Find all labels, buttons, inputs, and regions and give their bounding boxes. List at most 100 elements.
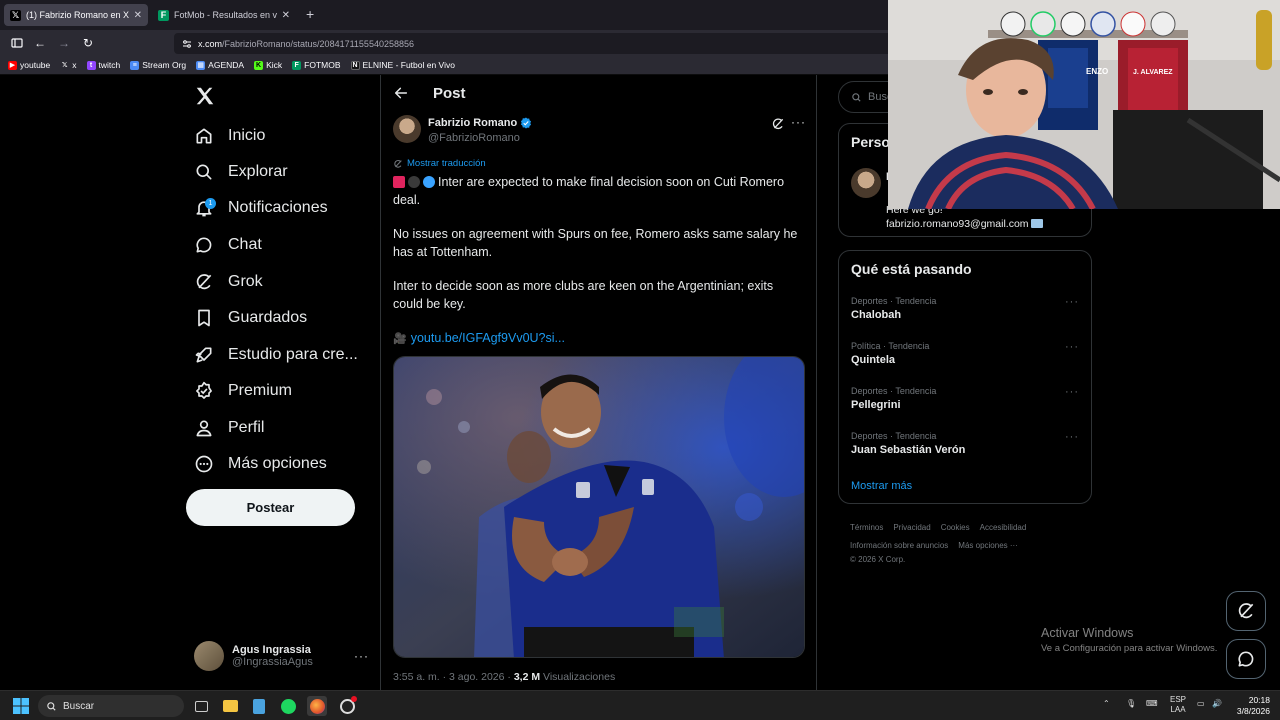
trend-item[interactable]: Política · Tendencia Quintela ···	[851, 341, 1083, 381]
bookmark-label: ELNINE - Futbol en Vivo	[362, 60, 455, 70]
trend-category: Deportes · Tendencia	[851, 431, 937, 441]
more-dots-icon[interactable]: ···	[354, 649, 369, 663]
bookmark-kick[interactable]: K Kick	[254, 60, 282, 70]
reload-icon[interactable]: ↻	[79, 34, 97, 52]
grok-float-button[interactable]	[1226, 591, 1266, 631]
sidebar-toggle-icon[interactable]	[8, 34, 26, 52]
x-logo-icon[interactable]	[194, 85, 216, 107]
trend-item[interactable]: Deportes · Tendencia Chalobah ···	[851, 296, 1083, 336]
author-display-name-wrap[interactable]: Fabrizio Romano	[428, 117, 532, 129]
windows-activation-watermark: Activar Windows Ve a Configuración para …	[1041, 626, 1217, 654]
youtube-icon: ▶	[8, 60, 17, 70]
taskbar-search[interactable]: Buscar	[38, 695, 184, 717]
more-dots-icon[interactable]: ···	[791, 115, 806, 129]
bookmark-stream-org[interactable]: ≡ Stream Org	[130, 60, 186, 70]
nav-item-grok[interactable]: Grok	[194, 267, 263, 297]
more-dots-icon[interactable]: ···	[1065, 431, 1079, 443]
back-arrow-icon[interactable]	[393, 85, 409, 101]
bookmark-x[interactable]: 𝕏x	[60, 60, 77, 70]
envelope-icon	[1031, 219, 1044, 228]
show-more-link[interactable]: Mostrar más	[851, 480, 912, 492]
close-tab-icon[interactable]: ✕	[282, 10, 290, 21]
search-icon	[47, 701, 56, 711]
nav-item-label: Premium	[228, 382, 293, 399]
footer-link[interactable]: Privacidad	[893, 523, 930, 532]
avatar[interactable]	[851, 168, 881, 198]
football-player-photo	[394, 357, 804, 657]
tab-x-post[interactable]: 𝕏 (1) Fabrizio Romano en X: " ✕	[4, 4, 148, 26]
tweet-image[interactable]	[393, 356, 805, 658]
trend-item[interactable]: Deportes · Tendencia Juan Sebastián Veró…	[851, 431, 1083, 471]
trend-item[interactable]: Deportes · Tendencia Pellegrini ···	[851, 386, 1083, 426]
network-icon[interactable]: ▭	[1197, 699, 1205, 708]
more-dots-icon[interactable]: ···	[1065, 296, 1079, 308]
nav-item-guardados[interactable]: Guardados	[194, 303, 307, 333]
footer-link[interactable]: Cookies	[941, 523, 970, 532]
windows-start-icon[interactable]	[11, 696, 31, 716]
account-switcher[interactable]: Agus Ingrassia @IngrassiaAgus ···	[194, 639, 369, 673]
jersey-name-1: ENZO	[1086, 67, 1108, 76]
tab-fotmob[interactable]: F FotMob - Resultados en vivo de ✕	[152, 4, 296, 26]
tab-title: FotMob - Resultados en vivo de	[174, 10, 277, 20]
forward-icon[interactable]: →	[55, 34, 73, 52]
nav-item-estudio[interactable]: Estudio para cre...	[194, 340, 358, 370]
grok-icon[interactable]	[771, 117, 785, 131]
x-icon: 𝕏	[61, 62, 68, 69]
taskbar-clock[interactable]: 20:18 3/8/2026	[1232, 695, 1270, 717]
footer-link[interactable]: Información sobre anuncios	[850, 541, 948, 550]
nav-item-mas-opciones[interactable]: Más opciones	[194, 449, 327, 479]
show-translation-link[interactable]: Mostrar traducción	[393, 158, 486, 169]
trend-name: Quintela	[851, 354, 896, 366]
author-handle[interactable]: @FabrizioRomano	[428, 132, 520, 144]
copyright: © 2026 X Corp.	[850, 555, 906, 564]
notepad-icon[interactable]	[249, 696, 269, 716]
nav-item-premium[interactable]: Premium	[194, 376, 292, 406]
more-dots-icon[interactable]: ···	[1065, 341, 1079, 353]
address-bar[interactable]: x.com/FabrizioRomano/status/208417115554…	[174, 33, 894, 54]
footer-link[interactable]: Términos	[850, 523, 883, 532]
microphone-icon[interactable]: 🎙	[1126, 699, 1136, 708]
tweet-link[interactable]: 🎥 youtu.be/IGFAgf9Vv0U?si...	[393, 331, 565, 345]
author-display-name: Fabrizio Romano	[428, 117, 518, 129]
chat-float-button[interactable]	[1226, 639, 1266, 679]
trend-category: Política · Tendencia	[851, 341, 930, 351]
nav-item-label: Estudio para cre...	[228, 346, 358, 363]
nav-item-explorar[interactable]: Explorar	[194, 157, 288, 187]
trend-name: Juan Sebastián Verón	[851, 444, 966, 456]
bookmark-fotmob[interactable]: F FOTMOB	[292, 60, 341, 70]
post-button[interactable]: Postear	[186, 489, 355, 526]
translate-label: Mostrar traducción	[407, 158, 486, 169]
volume-icon[interactable]: 🔊	[1212, 699, 1222, 708]
bookmark-twitch[interactable]: t twitch	[86, 60, 121, 70]
avatar[interactable]	[393, 115, 421, 143]
bookmark-label: youtube	[20, 60, 51, 70]
bookmark-elnine[interactable]: N ELNINE - Futbol en Vivo	[350, 60, 455, 70]
bookmark-agenda[interactable]: ▦ AGENDA	[196, 60, 244, 70]
nav-item-inicio[interactable]: Inicio	[194, 121, 265, 151]
obs-icon[interactable]	[337, 696, 357, 716]
footer-link[interactable]: Más opciones ···	[958, 541, 1018, 550]
file-explorer-icon[interactable]	[220, 696, 240, 716]
nav-item-notificaciones[interactable]: 1 Notificaciones	[194, 193, 328, 223]
new-tab-icon[interactable]: +	[306, 6, 314, 22]
bookmark-youtube[interactable]: ▶ youtube	[8, 60, 50, 70]
nav-item-perfil[interactable]: Perfil	[194, 413, 264, 443]
post-time[interactable]: 3:55 a. m. · 3 ago. 2026 ·	[393, 671, 514, 683]
avatar	[194, 641, 224, 671]
site-info-icon[interactable]	[182, 39, 192, 49]
close-tab-icon[interactable]: ✕	[134, 10, 142, 21]
keyboard-icon[interactable]: ⌨	[1146, 699, 1158, 708]
trends-card: Qué está pasando Deportes · Tendencia Ch…	[838, 250, 1092, 504]
back-icon[interactable]: ←	[31, 34, 49, 52]
tweet-text: Inter are expected to make final decisio…	[393, 175, 785, 207]
firefox-icon[interactable]	[307, 696, 327, 716]
tray-overflow-icon[interactable]: ⌃	[1103, 699, 1110, 708]
language-indicator[interactable]: ESP LAA	[1170, 695, 1186, 715]
spotify-icon[interactable]	[278, 696, 298, 716]
clock-date: 3/8/2026	[1236, 706, 1270, 716]
footer-link[interactable]: Accesibilidad	[980, 523, 1027, 532]
task-view-icon[interactable]	[191, 696, 211, 716]
bookmark-label: twitch	[98, 60, 121, 70]
more-dots-icon[interactable]: ···	[1065, 386, 1079, 398]
nav-item-chat[interactable]: Chat	[194, 230, 262, 260]
